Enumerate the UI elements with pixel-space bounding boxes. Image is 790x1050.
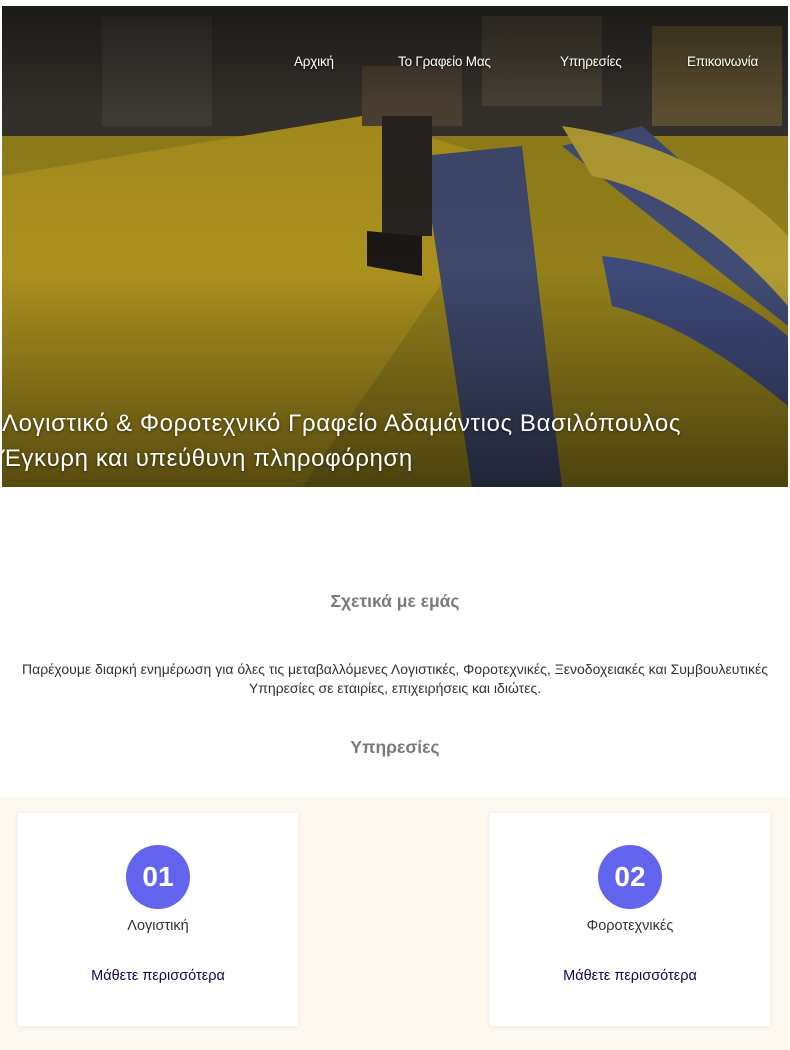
nav-item-our-office[interactable]: Το Γραφείο Μας	[398, 54, 491, 69]
service-title: Λογιστική	[127, 918, 189, 934]
service-card-accounting: 01 Λογιστική Μάθετε περισσότερα	[18, 813, 298, 1026]
nav-item-services[interactable]: Υπηρεσίες	[560, 54, 622, 69]
services-heading: Υπηρεσίες	[350, 737, 440, 757]
learn-more-link[interactable]: Μάθετε περισσότερα	[18, 968, 298, 984]
service-number-badge: 02	[598, 845, 662, 909]
page: Αρχική Το Γραφείο Μας Υπηρεσίες Επικοινω…	[0, 0, 790, 1050]
hero-title: Λογιστικό & Φοροτεχνικό Γραφείο Αδαμάντι…	[2, 406, 788, 476]
learn-more-link[interactable]: Μάθετε περισσότερα	[490, 968, 770, 984]
hero-title-line1: Λογιστικό & Φοροτεχνικό Γραφείο Αδαμάντι…	[2, 410, 682, 437]
about-heading: Σχετικά με εμάς	[330, 591, 460, 611]
service-title: Φοροτεχνικές	[586, 918, 674, 934]
nav-item-contact[interactable]: Επικοινωνία	[687, 54, 758, 69]
main-nav: Αρχική Το Γραφείο Μας Υπηρεσίες Επικοινω…	[2, 54, 788, 78]
about-text: Παρέχουμε διαρκή ενημέρωση για όλες τις …	[22, 661, 768, 696]
hero-title-line2: Έγκυρη και υπεύθυνη πληροφόρηση	[2, 445, 413, 472]
service-number-badge: 01	[126, 845, 190, 909]
nav-item-home[interactable]: Αρχική	[294, 54, 334, 69]
hero-banner: Αρχική Το Γραφείο Μας Υπηρεσίες Επικοινω…	[2, 6, 788, 487]
service-card-tax: 02 Φοροτεχνικές Μάθετε περισσότερα	[490, 813, 770, 1026]
